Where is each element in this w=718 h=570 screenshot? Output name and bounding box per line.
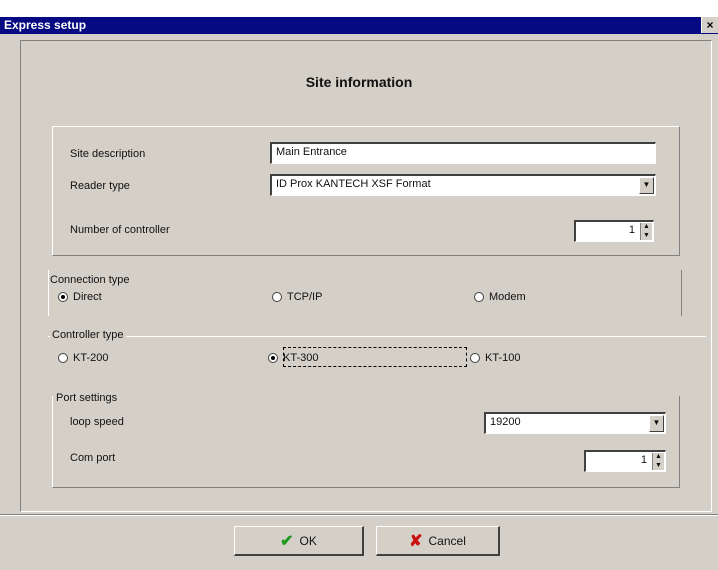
radio-unselected-icon <box>470 353 480 363</box>
spin-down-icon[interactable]: ▼ <box>641 232 652 241</box>
ok-button-label: OK <box>299 533 317 548</box>
radio-direct[interactable]: Direct <box>58 291 102 303</box>
com-port-stepper[interactable]: 1 ▲ ▼ <box>584 450 666 472</box>
spin-up-icon[interactable]: ▲ <box>641 223 652 232</box>
radio-modem-label: Modem <box>489 291 526 303</box>
reader-type-value: ID Prox KANTECH XSF Format <box>276 178 431 190</box>
window-title: Express setup <box>4 18 87 32</box>
radio-modem[interactable]: Modem <box>474 291 526 303</box>
site-description-field[interactable]: Main Entrance <box>270 142 656 164</box>
cancel-button-label: Cancel <box>428 533 466 548</box>
controller-count-label: Number of controller <box>70 224 170 236</box>
radio-selected-icon <box>58 292 68 302</box>
ok-button[interactable]: ✔ OK <box>234 526 364 556</box>
radio-kt300-label: KT-300 <box>283 352 319 364</box>
site-description-label: Site description <box>70 148 146 160</box>
com-port-value: 1 <box>640 454 647 466</box>
spin-down-icon[interactable]: ▼ <box>653 462 664 471</box>
connection-type-legend: Connection type <box>50 274 130 286</box>
controller-count-value: 1 <box>628 224 635 236</box>
button-separator <box>0 514 718 516</box>
radio-unselected-icon <box>58 353 68 363</box>
reader-type-label: Reader type <box>70 180 130 192</box>
radio-tcpip-label: TCP/IP <box>287 291 323 303</box>
spin-up-icon[interactable]: ▲ <box>653 453 664 462</box>
loop-speed-select[interactable]: 19200 ▼ <box>484 412 666 434</box>
chevron-down-icon[interactable]: ▼ <box>649 415 664 432</box>
express-setup-window: Express setup × Site information Site de… <box>0 0 718 570</box>
title-bar[interactable]: Express setup × <box>0 17 718 34</box>
loop-speed-label: loop speed <box>70 416 124 428</box>
radio-kt100[interactable]: KT-100 <box>470 352 520 364</box>
close-icon[interactable]: × <box>701 17 718 33</box>
loop-speed-value: 19200 <box>490 416 521 428</box>
cancel-button[interactable]: ✘ Cancel <box>376 526 500 556</box>
com-port-label: Com port <box>70 452 116 464</box>
spin-buttons[interactable]: ▲ ▼ <box>652 453 664 470</box>
connection-type-group <box>48 270 682 316</box>
spin-buttons[interactable]: ▲ ▼ <box>640 223 652 240</box>
chevron-down-icon[interactable]: ▼ <box>639 177 654 194</box>
x-mark-icon: ✘ <box>409 532 423 550</box>
radio-kt300[interactable]: KT-300 <box>268 352 318 364</box>
radio-kt200[interactable]: KT-200 <box>58 352 108 364</box>
controller-type-legend: Controller type <box>50 329 126 341</box>
radio-kt100-label: KT-100 <box>485 352 521 364</box>
site-description-value: Main Entrance <box>276 146 347 158</box>
radio-unselected-icon <box>474 292 484 302</box>
port-settings-group <box>52 396 680 488</box>
radio-kt200-label: KT-200 <box>73 352 109 364</box>
page-title: Site information <box>305 74 413 90</box>
controller-count-stepper[interactable]: 1 ▲ ▼ <box>574 220 654 242</box>
radio-tcpip[interactable]: TCP/IP <box>272 291 322 303</box>
port-settings-legend: Port settings <box>56 392 118 404</box>
radio-direct-label: Direct <box>73 291 102 303</box>
checkmark-icon: ✔ <box>280 532 294 550</box>
radio-unselected-icon <box>272 292 282 302</box>
radio-selected-icon <box>268 353 278 363</box>
reader-type-select[interactable]: ID Prox KANTECH XSF Format ▼ <box>270 174 656 196</box>
